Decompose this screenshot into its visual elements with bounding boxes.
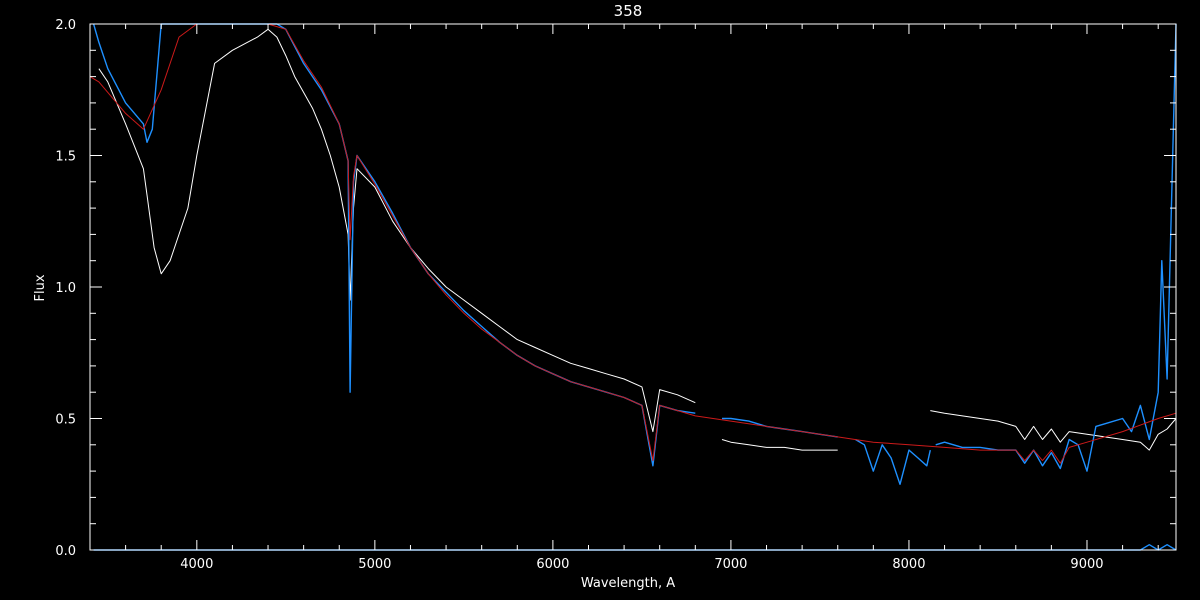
x-tick-label: 6000 xyxy=(536,557,569,572)
y-tick-label: 0.5 xyxy=(55,413,76,428)
y-tick-label: 0.0 xyxy=(55,544,76,559)
x-tick-label: 9000 xyxy=(1070,557,1103,572)
x-axis-label: Wavelength, A xyxy=(581,576,675,591)
y-tick-label: 1.5 xyxy=(55,150,76,165)
chart-title: 358 xyxy=(614,2,643,20)
x-tick-label: 5000 xyxy=(358,557,391,572)
x-tick-label: 8000 xyxy=(892,557,925,572)
chart-background xyxy=(0,0,1200,600)
y-axis-label: Flux xyxy=(33,274,48,301)
y-tick-label: 1.0 xyxy=(55,281,76,296)
y-tick-label: 2.0 xyxy=(55,18,76,33)
x-tick-label: 7000 xyxy=(714,557,747,572)
x-tick-label: 4000 xyxy=(180,557,213,572)
spectrum-chart: 358 4000 5000 6000 7000 8000 9000 0.0 0.5 1.0 1.5… xyxy=(0,0,1200,600)
